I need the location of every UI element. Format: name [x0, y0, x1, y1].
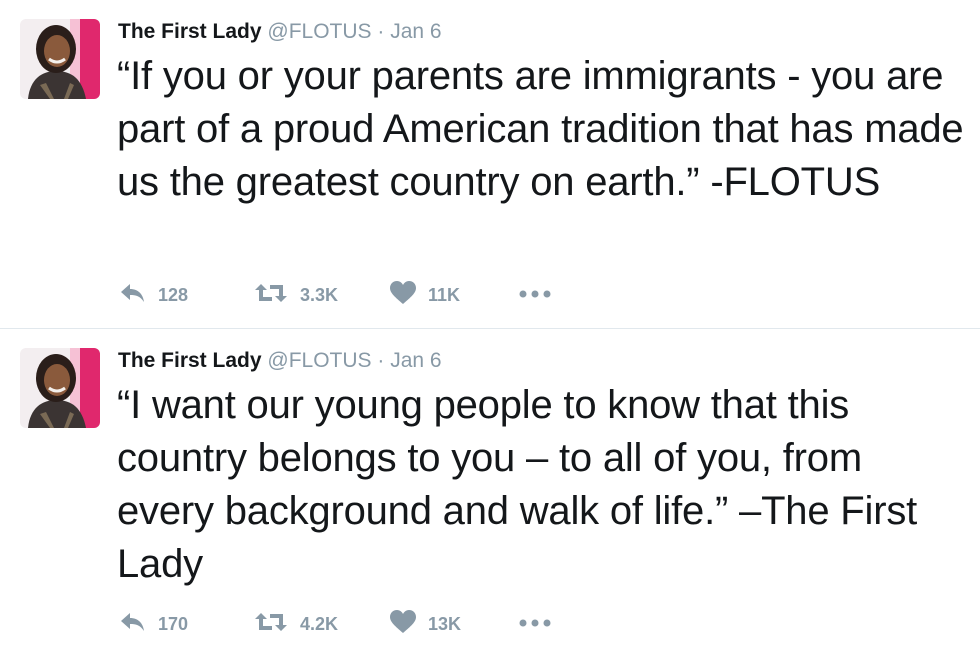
tweet-text: “If you or your parents are immigrants -…: [117, 54, 964, 204]
retweet-count: 4.2K: [300, 614, 339, 634]
tweet-actions: 170 4.2K 13K: [120, 609, 580, 639]
author-handle[interactable]: @FLOTUS: [267, 349, 371, 372]
like-count: 11K: [428, 285, 461, 305]
avatar[interactable]: [20, 348, 100, 428]
more-button[interactable]: [518, 611, 552, 637]
tweet-actions: 128 3.3K 11K: [120, 280, 580, 310]
tweet-header: The First Lady @FLOTUS · Jan 6: [118, 18, 442, 46]
tweet-header: The First Lady @FLOTUS · Jan 6: [118, 347, 442, 375]
more-dots-icon: [518, 615, 552, 633]
like-button[interactable]: 13K: [390, 609, 462, 639]
reply-count: 170: [158, 614, 189, 634]
header-separator: ·: [377, 349, 385, 372]
author-name[interactable]: The First Lady: [118, 20, 262, 43]
reply-icon: [120, 611, 146, 638]
retweet-icon: [254, 282, 288, 309]
tweet-text: “I want our young people to know that th…: [117, 383, 918, 586]
tweet-date[interactable]: Jan 6: [390, 20, 441, 43]
reply-button[interactable]: 128: [120, 282, 188, 308]
avatar[interactable]: [20, 19, 100, 99]
reply-count: 128: [158, 285, 189, 305]
reply-button[interactable]: 170: [120, 611, 188, 637]
retweet-button[interactable]: 3.3K: [254, 282, 338, 308]
more-dots-icon: [518, 286, 552, 304]
retweet-icon: [254, 611, 288, 638]
header-separator: ·: [377, 20, 385, 43]
heart-icon: [390, 609, 416, 639]
like-button[interactable]: 11K: [390, 280, 461, 310]
author-handle[interactable]: @FLOTUS: [267, 20, 371, 43]
tweet-date[interactable]: Jan 6: [390, 349, 441, 372]
heart-icon: [390, 280, 416, 310]
author-name[interactable]: The First Lady: [118, 349, 262, 372]
retweet-button[interactable]: 4.2K: [254, 611, 338, 637]
tweet[interactable]: The First Lady @FLOTUS · Jan 6 “If you o…: [0, 0, 980, 328]
like-count: 13K: [428, 614, 462, 634]
reply-icon: [120, 282, 146, 309]
more-button[interactable]: [518, 282, 552, 308]
retweet-count: 3.3K: [300, 285, 339, 305]
tweet[interactable]: The First Lady @FLOTUS · Jan 6 “I want o…: [0, 329, 980, 658]
